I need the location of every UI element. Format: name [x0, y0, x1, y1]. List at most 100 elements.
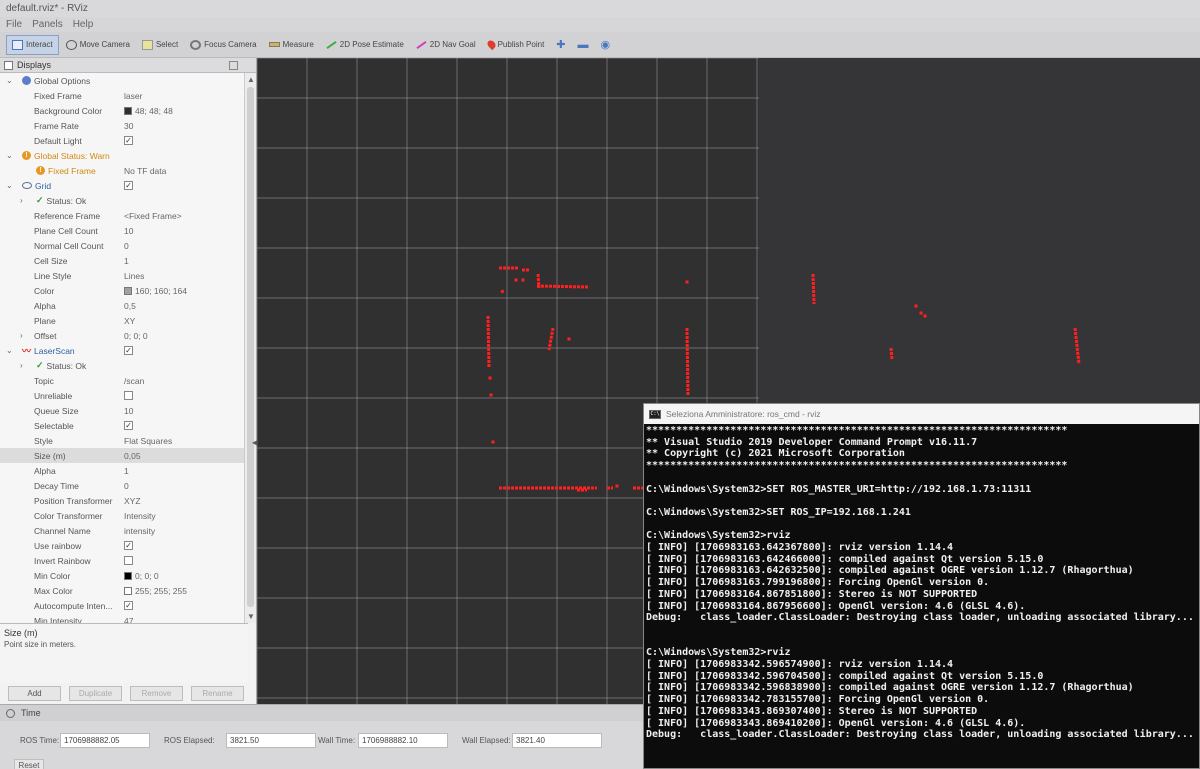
property-value[interactable]: laser: [124, 91, 142, 101]
property-value[interactable]: [124, 391, 136, 400]
property-row[interactable]: Cell Size 1: [0, 253, 244, 268]
property-row[interactable]: ⌄ Global Options: [0, 73, 244, 88]
property-row[interactable]: Plane Cell Count 10: [0, 223, 244, 238]
property-row[interactable]: Plane XY: [0, 313, 244, 328]
property-value[interactable]: <Fixed Frame>: [124, 211, 182, 221]
checkbox[interactable]: ✓: [124, 181, 133, 190]
property-row[interactable]: Background Color 48; 48; 48: [0, 103, 244, 118]
color-swatch[interactable]: [124, 586, 132, 595]
expand-arrow-icon[interactable]: ›: [20, 331, 28, 340]
property-value[interactable]: 1: [124, 466, 129, 476]
checkbox[interactable]: [124, 391, 133, 400]
duplicate-button[interactable]: Duplicate: [69, 686, 122, 701]
property-row[interactable]: ! Fixed Frame No TF data: [0, 163, 244, 178]
property-value[interactable]: 0; 0; 0: [124, 571, 159, 581]
property-value[interactable]: Intensity: [124, 511, 156, 521]
property-value[interactable]: 0: [124, 241, 129, 251]
property-row[interactable]: Line Style Lines: [0, 268, 244, 283]
checkbox[interactable]: ✓: [124, 346, 133, 355]
property-row[interactable]: Color Transformer Intensity: [0, 508, 244, 523]
property-value[interactable]: ✓: [124, 181, 136, 190]
property-value[interactable]: 30: [124, 121, 133, 131]
wall-time-field[interactable]: 1706988882.10: [358, 733, 448, 748]
ros-elapsed-field[interactable]: 3821.50: [226, 733, 316, 748]
collapse-arrow-icon[interactable]: ⌄: [6, 76, 14, 85]
collapse-arrow-icon[interactable]: ⌄: [6, 346, 14, 355]
property-row[interactable]: Channel Name intensity: [0, 523, 244, 538]
property-value[interactable]: 10: [124, 406, 133, 416]
property-value[interactable]: 10: [124, 226, 133, 236]
property-row[interactable]: Decay Time 0: [0, 478, 244, 493]
property-row[interactable]: Queue Size 10: [0, 403, 244, 418]
ros-time-field[interactable]: 1706988882.05: [60, 733, 150, 748]
scroll-thumb[interactable]: [247, 87, 254, 607]
checkbox[interactable]: ✓: [124, 421, 133, 430]
tool-2d-pose-estimate[interactable]: 2D Pose Estimate: [321, 35, 409, 55]
property-row[interactable]: Style Flat Squares: [0, 433, 244, 448]
property-value[interactable]: 0,5: [124, 301, 136, 311]
reset-button[interactable]: Reset: [14, 759, 44, 769]
undock-icon[interactable]: [229, 60, 238, 70]
collapse-arrow-icon[interactable]: ⌄: [6, 151, 14, 160]
remove-tool-icon[interactable]: ▬: [573, 35, 594, 55]
expand-arrow-icon[interactable]: ›: [20, 361, 28, 370]
property-value[interactable]: 0: [124, 481, 129, 491]
property-value[interactable]: ✓: [124, 541, 136, 550]
property-value[interactable]: ✓: [124, 136, 136, 145]
color-swatch[interactable]: [124, 286, 132, 295]
property-row[interactable]: Alpha 1: [0, 463, 244, 478]
property-row[interactable]: Unreliable: [0, 388, 244, 403]
property-value[interactable]: No TF data: [124, 166, 166, 176]
property-row[interactable]: Use rainbow ✓: [0, 538, 244, 553]
property-value[interactable]: intensity: [124, 526, 155, 536]
tool-measure[interactable]: Measure: [264, 35, 319, 55]
property-row[interactable]: Min Intensity 47: [0, 613, 244, 624]
property-row[interactable]: Position Transformer XYZ: [0, 493, 244, 508]
property-row[interactable]: ⌄ 〰 LaserScan ✓: [0, 343, 244, 358]
property-row[interactable]: Reference Frame <Fixed Frame>: [0, 208, 244, 223]
remove-button[interactable]: Remove: [130, 686, 183, 701]
tool-select[interactable]: Select: [137, 35, 183, 55]
property-row[interactable]: Default Light ✓: [0, 133, 244, 148]
property-value[interactable]: ✓: [124, 601, 136, 610]
property-value[interactable]: 0; 0; 0: [124, 331, 148, 341]
checkbox[interactable]: ✓: [124, 601, 133, 610]
property-value[interactable]: XYZ: [124, 496, 141, 506]
property-row[interactable]: Max Color 255; 255; 255: [0, 583, 244, 598]
property-row[interactable]: Color 160; 160; 164: [0, 283, 244, 298]
property-row[interactable]: Topic/scan: [0, 373, 244, 388]
property-value[interactable]: [124, 556, 136, 565]
menu-panels[interactable]: Panels: [32, 19, 63, 30]
property-row[interactable]: Frame Rate 30: [0, 118, 244, 133]
property-value[interactable]: XY: [124, 316, 135, 326]
menu-file[interactable]: File: [6, 19, 22, 30]
property-value[interactable]: 0,05: [124, 451, 141, 461]
tool-publish-point[interactable]: Publish Point: [483, 35, 550, 55]
command-prompt-window[interactable]: C:\ Seleziona Amministratore: ros_cmd - …: [643, 403, 1200, 769]
menu-help[interactable]: Help: [73, 19, 94, 30]
property-row[interactable]: Selectable ✓: [0, 418, 244, 433]
property-row[interactable]: ⌄ Grid ✓: [0, 178, 244, 193]
color-swatch[interactable]: [124, 571, 132, 580]
property-row[interactable]: › Offset 0; 0; 0: [0, 328, 244, 343]
property-value[interactable]: /scan: [124, 376, 144, 386]
collapse-arrow-icon[interactable]: ⌄: [6, 181, 14, 190]
property-value[interactable]: Lines: [124, 271, 144, 281]
property-value[interactable]: 1: [124, 256, 129, 266]
checkbox[interactable]: ✓: [124, 136, 133, 145]
property-value[interactable]: 48; 48; 48: [124, 106, 173, 116]
console-titlebar[interactable]: C:\ Seleziona Amministratore: ros_cmd - …: [644, 404, 1199, 424]
property-row[interactable]: Size (m) 0,05: [0, 448, 244, 463]
tool-move-camera[interactable]: Move Camera: [61, 35, 135, 55]
property-value[interactable]: Flat Squares: [124, 436, 172, 446]
property-row[interactable]: Invert Rainbow: [0, 553, 244, 568]
scroll-down-icon[interactable]: ▼: [247, 612, 255, 621]
property-value[interactable]: ✓: [124, 421, 136, 430]
property-row[interactable]: Autocompute Inten... ✓: [0, 598, 244, 613]
console-output[interactable]: ****************************************…: [644, 424, 1199, 742]
add-button[interactable]: Add: [8, 686, 61, 701]
property-row[interactable]: Min Color 0; 0; 0: [0, 568, 244, 583]
scroll-up-icon[interactable]: ▲: [247, 75, 255, 84]
tree-scrollbar[interactable]: ▲ ▼: [244, 73, 256, 623]
property-row[interactable]: › ✓ Status: Ok: [0, 193, 244, 208]
